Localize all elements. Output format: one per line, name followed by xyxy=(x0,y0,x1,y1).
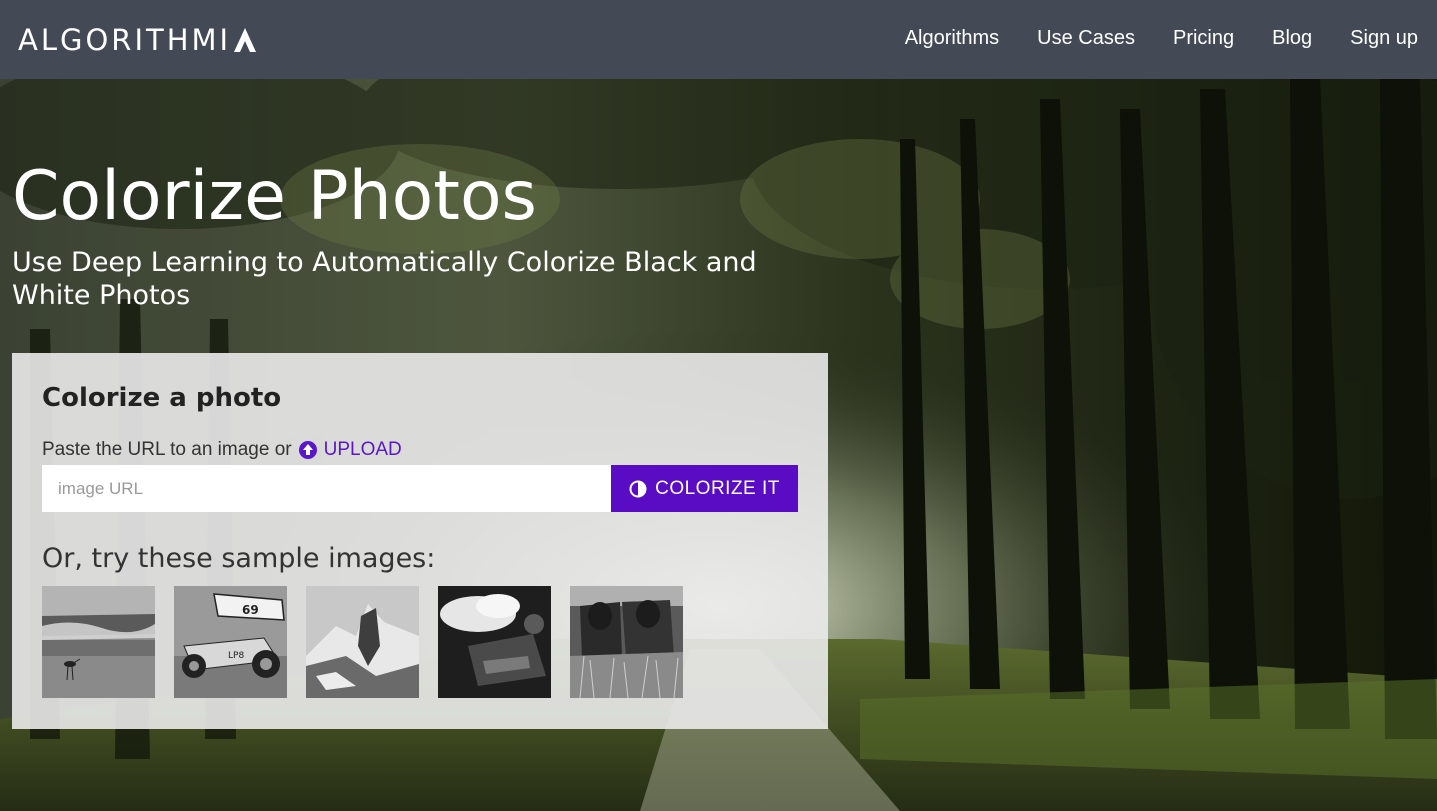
logo-text: ALGORITHMI xyxy=(18,23,232,57)
upload-label: UPLOAD xyxy=(323,439,402,460)
sample-images-row: 69 LP8 xyxy=(42,586,702,698)
sample-image-shorebird[interactable] xyxy=(42,586,155,698)
samples-heading: Or, try these sample images: xyxy=(42,543,436,574)
upload-circle-icon xyxy=(298,441,317,459)
sample-image-mountain[interactable] xyxy=(306,586,419,698)
race-car-photo-thumbnail: 69 LP8 xyxy=(174,586,287,698)
sample-image-fire-breather[interactable] xyxy=(438,586,551,698)
page-subtitle: Use Deep Learning to Automatically Color… xyxy=(12,247,757,311)
colorize-it-button[interactable]: COLORIZE IT xyxy=(611,465,798,512)
nav-sign-up-link[interactable]: Sign up xyxy=(1350,27,1418,50)
nav-use-cases-link[interactable]: Use Cases xyxy=(1037,27,1135,50)
logo-a-mark-icon xyxy=(234,28,257,52)
mountain-photo-thumbnail xyxy=(306,586,419,698)
hero-section: Colorize Photos Use Deep Learning to Aut… xyxy=(0,79,1437,811)
image-url-input[interactable] xyxy=(42,465,611,512)
top-navbar: ALGORITHMI Algorithms Use Cases Pricing … xyxy=(0,0,1437,79)
fire-breather-photo-thumbnail xyxy=(438,586,551,698)
upload-link[interactable]: UPLOAD xyxy=(298,439,402,461)
nav-pricing-link[interactable]: Pricing xyxy=(1173,27,1234,50)
panel-title: Colorize a photo xyxy=(42,383,282,413)
page-title: Colorize Photos xyxy=(12,157,537,236)
contrast-icon xyxy=(629,480,647,497)
svg-text:69: 69 xyxy=(242,603,259,617)
instruction-text: Paste the URL to an image or xyxy=(42,439,292,460)
colorize-panel: Colorize a photo Paste the URL to an ima… xyxy=(12,353,828,729)
cows-photo-thumbnail xyxy=(570,586,683,698)
nav-blog-link[interactable]: Blog xyxy=(1272,27,1312,50)
algorithmia-logo[interactable]: ALGORITHMI xyxy=(18,22,257,58)
nav-algorithms-link[interactable]: Algorithms xyxy=(905,27,999,50)
colorize-label: COLORIZE IT xyxy=(655,477,780,499)
svg-text:LP8: LP8 xyxy=(228,651,244,661)
main-nav: Algorithms Use Cases Pricing Blog Sign u… xyxy=(867,27,1418,50)
sample-image-cows[interactable] xyxy=(570,586,683,698)
shorebird-photo-thumbnail xyxy=(42,586,155,698)
upload-instruction: Paste the URL to an image or UPLOAD xyxy=(42,439,402,461)
sample-image-race-car[interactable]: 69 LP8 xyxy=(174,586,287,698)
